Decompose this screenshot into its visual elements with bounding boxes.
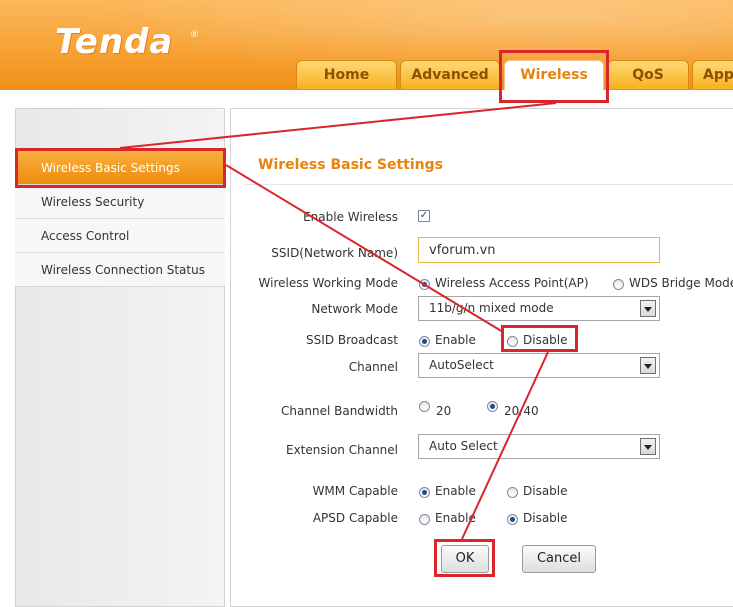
page-title: Wireless Basic Settings xyxy=(258,157,443,173)
wmm-label: WMM Capable xyxy=(312,484,398,498)
annotation-box-ok-button xyxy=(434,539,495,577)
network-mode-value: 11b/g/n mixed mode xyxy=(429,301,554,315)
ssid-input[interactable] xyxy=(418,237,660,263)
extension-channel-select[interactable]: Auto Select xyxy=(418,434,660,459)
chevron-down-icon[interactable] xyxy=(640,438,656,455)
apsd-enable-label: Enable xyxy=(435,511,476,525)
channel-select[interactable]: AutoSelect xyxy=(418,353,660,378)
tab-home[interactable]: Home xyxy=(296,60,397,89)
cancel-button[interactable]: Cancel xyxy=(522,545,596,573)
ssid-broadcast-label: SSID Broadcast xyxy=(306,333,398,347)
sidebar-item-wireless-connection-status[interactable]: Wireless Connection Status xyxy=(15,253,225,287)
bandwidth-20-40-label: 20/40 xyxy=(504,404,539,418)
ssid-broadcast-enable-label: Enable xyxy=(435,333,476,347)
chevron-down-icon[interactable] xyxy=(640,300,656,317)
working-mode-wds-radio[interactable] xyxy=(613,279,624,290)
title-divider xyxy=(245,184,733,185)
extension-channel-value: Auto Select xyxy=(429,439,498,453)
working-mode-ap-label: Wireless Access Point(AP) xyxy=(435,276,589,290)
ssid-broadcast-enable-radio[interactable] xyxy=(419,336,430,347)
ssid-label: SSID(Network Name) xyxy=(271,246,398,260)
header-bar: Tenda ® Home Advanced Wireless QoS App xyxy=(0,0,733,90)
apsd-disable-label: Disable xyxy=(523,511,568,525)
chevron-down-icon[interactable] xyxy=(640,357,656,374)
channel-value: AutoSelect xyxy=(429,358,494,372)
tenda-logo: Tenda xyxy=(55,22,174,62)
extension-channel-label: Extension Channel xyxy=(286,443,398,457)
tab-advanced[interactable]: Advanced xyxy=(400,60,500,89)
apsd-enable-radio[interactable] xyxy=(419,514,430,525)
registered-mark: ® xyxy=(190,30,199,40)
tab-app[interactable]: App xyxy=(692,60,733,89)
working-mode-wds-label: WDS Bridge Mode xyxy=(629,276,733,290)
working-mode-ap-radio[interactable] xyxy=(419,279,430,290)
channel-label: Channel xyxy=(348,360,398,374)
channel-bandwidth-label: Channel Bandwidth xyxy=(281,404,398,418)
bandwidth-20-40-radio[interactable] xyxy=(487,401,498,412)
wmm-enable-radio[interactable] xyxy=(419,487,430,498)
apsd-label: APSD Capable xyxy=(312,511,398,525)
sidebar-item-access-control[interactable]: Access Control xyxy=(15,219,225,253)
network-mode-select[interactable]: 11b/g/n mixed mode xyxy=(418,296,660,321)
enable-wireless-label: Enable Wireless xyxy=(303,210,398,224)
tab-qos[interactable]: QoS xyxy=(607,60,689,89)
apsd-disable-radio[interactable] xyxy=(507,514,518,525)
annotation-box-basic-settings xyxy=(15,148,226,188)
sidebar-item-wireless-security[interactable]: Wireless Security xyxy=(15,185,225,219)
wmm-disable-label: Disable xyxy=(523,484,568,498)
wmm-disable-radio[interactable] xyxy=(507,487,518,498)
bandwidth-20-label: 20 xyxy=(436,404,452,418)
working-mode-label: Wireless Working Mode xyxy=(258,276,398,290)
wmm-enable-label: Enable xyxy=(435,484,476,498)
annotation-box-wireless-tab xyxy=(499,50,609,103)
enable-wireless-checkbox[interactable]: ✓ xyxy=(418,210,430,222)
annotation-box-disable-broadcast xyxy=(501,325,578,352)
network-mode-label: Network Mode xyxy=(311,302,398,316)
bandwidth-20-radio[interactable] xyxy=(419,401,430,412)
